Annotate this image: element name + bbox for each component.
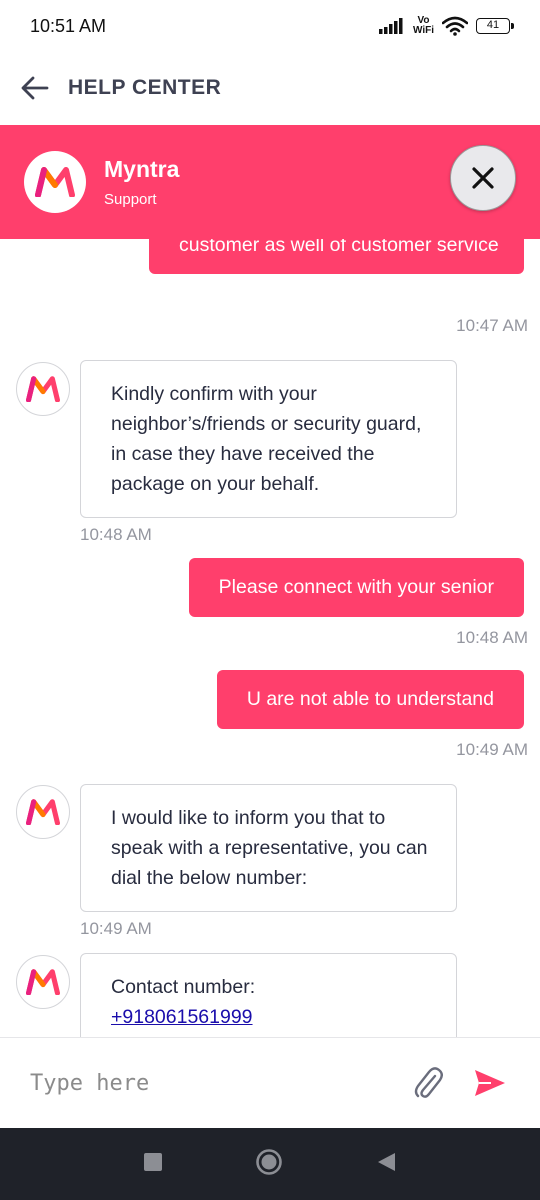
brand-text: Myntra Support [104, 156, 179, 208]
message-timestamp: 10:47 AM [456, 316, 528, 335]
myntra-avatar [16, 362, 70, 416]
message-timestamp: 10:48 AM [80, 525, 152, 544]
message-timestamp: 10:49 AM [80, 919, 152, 938]
myntra-avatar [16, 785, 70, 839]
paperclip-icon[interactable] [408, 1063, 448, 1103]
myntra-logo-icon [26, 376, 60, 402]
myntra-logo-icon [26, 969, 60, 995]
agent-message: I would like to inform you that to speak… [80, 784, 457, 912]
agent-message: Kindly confirm with your neighbor’s/frie… [80, 360, 457, 518]
brand-subtitle: Support [104, 191, 157, 208]
contact-label: Contact number: [111, 976, 256, 998]
myntra-logo-icon [26, 799, 60, 825]
recent-apps-icon[interactable] [143, 1152, 163, 1177]
send-icon[interactable] [470, 1063, 510, 1103]
page-title: HELP CENTER [68, 76, 222, 99]
contact-number-link[interactable]: +918061561999 [111, 1006, 253, 1028]
close-chat-button[interactable] [450, 145, 516, 211]
message-composer [0, 1037, 540, 1128]
brand-name: Myntra [104, 156, 180, 182]
message-timestamp: 10:48 AM [456, 628, 528, 647]
message-input[interactable] [30, 1070, 408, 1096]
myntra-logo [24, 151, 86, 213]
back-nav-icon[interactable] [375, 1151, 397, 1178]
myntra-avatar [16, 955, 70, 1009]
close-icon [472, 167, 494, 189]
support-header: Myntra Support [0, 125, 540, 239]
system-nav-bar [0, 1128, 540, 1200]
user-message: Please connect with your senior [188, 558, 524, 617]
message-timestamp: 10:49 AM [456, 740, 528, 759]
user-message: U are not able to understand [216, 670, 524, 729]
app-header: HELP CENTER [0, 52, 540, 124]
agent-message: Contact number: +918061561999 [80, 953, 457, 1037]
myntra-logo-icon [35, 167, 75, 197]
back-arrow-icon[interactable] [20, 73, 50, 103]
home-icon[interactable] [255, 1148, 283, 1181]
